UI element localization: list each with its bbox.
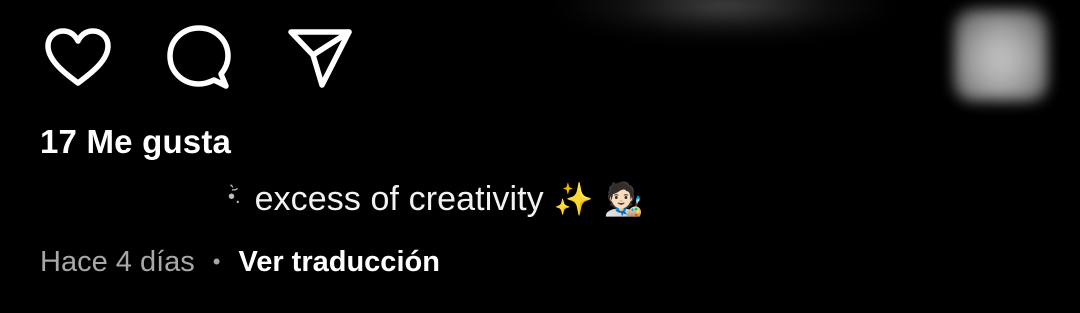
caption-text: excess of creativity	[254, 179, 544, 218]
paper-plane-icon	[287, 27, 353, 89]
post-action-bar	[0, 0, 1080, 115]
sparkles-emoji: ✨	[553, 180, 594, 218]
artist-emoji: 🧑🏻‍🎨	[603, 180, 644, 218]
likes-count[interactable]: 17 Me gusta	[40, 120, 231, 164]
meta-separator: •	[212, 249, 221, 274]
caption-prefix-symbol: •̀᷄.	[228, 185, 241, 208]
see-translation-link[interactable]: Ver traducción	[238, 246, 439, 279]
comment-button[interactable]	[161, 20, 237, 96]
post-timestamp: Hace 4 días	[40, 245, 195, 278]
share-button[interactable]	[282, 20, 358, 96]
like-button[interactable]	[40, 20, 116, 96]
comment-bubble-icon	[166, 25, 232, 91]
save-button[interactable]	[948, 6, 1054, 104]
post-caption: •̀᷄. excess of creativity ✨ 🧑🏻‍🎨	[228, 176, 643, 222]
bookmark-icon	[954, 9, 1048, 101]
heart-icon	[44, 28, 112, 88]
post-meta: Hace 4 días • Ver traducción	[40, 240, 440, 284]
